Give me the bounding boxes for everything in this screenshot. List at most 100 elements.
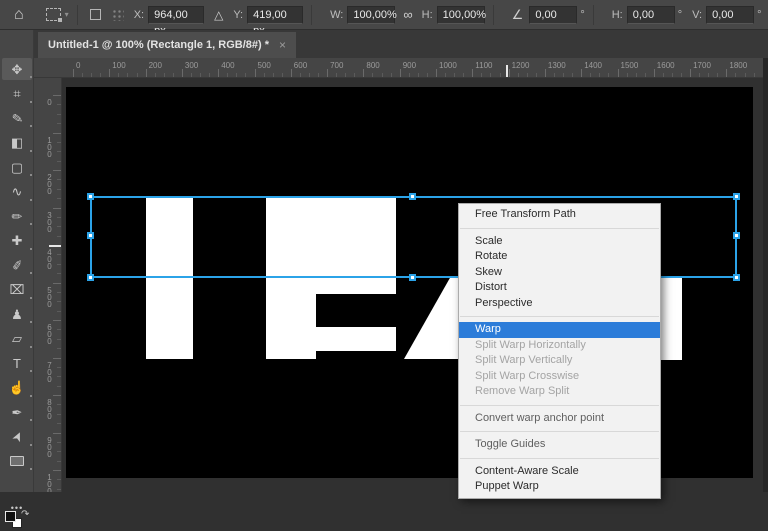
ruler-label: 400 — [45, 248, 54, 269]
ruler-minor-tick — [391, 73, 392, 77]
ruler-minor-tick — [300, 73, 301, 77]
eyedropper-tool-icon: ✎ — [11, 111, 24, 126]
ruler-minor-tick — [173, 73, 174, 77]
ruler-tick — [654, 69, 655, 77]
transform-handle-bottom-right[interactable] — [733, 274, 740, 281]
rectangle-tool[interactable] — [2, 450, 32, 472]
transform-handle-top-left[interactable] — [87, 193, 94, 200]
eraser-tool[interactable]: ▱ — [2, 328, 32, 350]
ruler-tick — [509, 69, 510, 77]
document-tab-title: Untitled-1 @ 100% (Rectangle 1, RGB/8#) … — [48, 39, 269, 51]
close-icon[interactable]: × — [279, 38, 286, 52]
ruler-minor-tick — [57, 151, 61, 152]
lasso-tool[interactable]: ∿ — [2, 181, 32, 203]
menu-item-free-transform-path[interactable]: Free Transform Path — [459, 207, 660, 223]
width-label: W: — [330, 9, 343, 21]
angle-input[interactable]: 0,00 — [529, 6, 577, 24]
paint-bucket-tool[interactable]: ◧ — [2, 132, 32, 154]
ruler-minor-tick — [672, 73, 673, 77]
menu-item-puppet-warp[interactable]: Puppet Warp — [459, 479, 660, 495]
menu-item-warp[interactable]: Warp — [459, 322, 660, 338]
transform-handle-bottom-left[interactable] — [87, 274, 94, 281]
foreground-color-swatch[interactable] — [5, 511, 16, 522]
ruler-minor-tick — [57, 442, 61, 443]
eyedropper-tool[interactable]: ✎ — [2, 107, 32, 129]
panel-dock-edge — [763, 58, 768, 492]
quick-selection-tool[interactable]: ✏ — [2, 205, 32, 227]
width-input[interactable]: 100,00% — [347, 6, 395, 24]
pen-tool[interactable]: ✒ — [2, 401, 32, 423]
vskew-input[interactable]: 0,00 — [706, 6, 754, 24]
smudge-tool[interactable]: ☝ — [2, 377, 32, 399]
spot-healing-brush-tool[interactable]: ✚ — [2, 230, 32, 252]
ruler-minor-tick — [336, 73, 337, 77]
brush-tool[interactable]: ✐ — [2, 254, 32, 276]
menu-item-skew[interactable]: Skew — [459, 265, 660, 281]
transform-handle-bottom-middle[interactable] — [409, 274, 416, 281]
transform-tool-icon[interactable] — [46, 8, 61, 21]
ruler-minor-tick — [209, 73, 210, 77]
clone-stamp-tool-icon: ♟ — [11, 308, 23, 321]
menu-item-distort[interactable]: Distort — [459, 280, 660, 296]
ruler-horizontal[interactable]: 0100200300400500600700800900100011001200… — [34, 58, 768, 78]
ruler-vertical[interactable]: 01002003004005006007008009001000 — [34, 78, 62, 492]
ruler-minor-tick — [57, 236, 61, 237]
smudge-tool-icon: ☝ — [9, 381, 25, 394]
home-icon[interactable]: ⌂ — [14, 7, 24, 23]
relative-position-delta-icon[interactable]: △ — [214, 9, 223, 21]
menu-item-scale[interactable]: Scale — [459, 234, 660, 250]
reference-point-grid-icon[interactable] — [111, 8, 124, 21]
ruler-minor-tick — [57, 273, 61, 274]
crop-tool[interactable]: ⌗ — [2, 83, 32, 105]
transform-handle-top-middle[interactable] — [409, 193, 416, 200]
ruler-label: 200 — [45, 173, 54, 194]
ruler-minor-tick — [554, 73, 555, 77]
chevron-down-icon[interactable]: ▾ — [65, 10, 69, 19]
divider — [77, 5, 78, 25]
color-swatches[interactable]: ↷ — [5, 511, 29, 531]
ruler-label: 1000 — [439, 61, 457, 70]
ruler-minor-tick — [345, 73, 346, 77]
menu-item-toggle-guides[interactable]: Toggle Guides — [459, 437, 660, 453]
ruler-label: 300 — [45, 211, 54, 232]
type-tool[interactable]: T — [2, 352, 32, 374]
quick-selection-tool-icon: ✏ — [12, 210, 23, 223]
hskew-input[interactable]: 0,00 — [627, 6, 675, 24]
direct-selection-tool[interactable]: ➤ — [2, 426, 32, 448]
transform-handle-middle-left[interactable] — [87, 232, 94, 239]
transform-handle-middle-right[interactable] — [733, 232, 740, 239]
divider — [311, 5, 312, 25]
height-input[interactable]: 100,00% — [437, 6, 485, 24]
paint-bucket-tool-icon: ◧ — [11, 136, 23, 149]
ruler-minor-tick — [57, 376, 61, 377]
clone-stamp-tool[interactable]: ♟ — [2, 303, 32, 325]
rectangle-tool-icon — [10, 456, 24, 466]
maintain-aspect-ratio-link-icon[interactable]: ∞ — [403, 7, 411, 22]
menu-item-perspective[interactable]: Perspective — [459, 296, 660, 312]
document-tab[interactable]: Untitled-1 @ 100% (Rectangle 1, RGB/8#) … — [38, 32, 296, 58]
ruler-minor-tick — [236, 73, 237, 77]
ruler-minor-tick — [227, 73, 228, 77]
ruler-tick — [73, 69, 74, 77]
ruler-tick — [545, 69, 546, 77]
ruler-minor-tick — [409, 73, 410, 77]
ruler-minor-tick — [599, 73, 600, 77]
ruler-minor-tick — [57, 264, 61, 265]
reference-point-checkbox[interactable] — [90, 9, 101, 20]
transform-handle-top-right[interactable] — [733, 193, 740, 200]
menu-item-content-aware-scale[interactable]: Content-Aware Scale — [459, 464, 660, 480]
ruler-minor-tick — [57, 329, 61, 330]
ruler-minor-tick — [127, 73, 128, 77]
swap-colors-icon[interactable]: ↷ — [21, 509, 29, 520]
ruler-minor-tick — [463, 73, 464, 77]
menu-item-rotate[interactable]: Rotate — [459, 249, 660, 265]
ruler-label: 200 — [149, 61, 162, 70]
move-tool[interactable]: ✥ — [2, 58, 32, 80]
direct-selection-tool-icon: ➤ — [9, 429, 25, 444]
menu-item-convert-warp-anchor-point[interactable]: Convert warp anchor point — [459, 411, 660, 427]
healing-patch-tool[interactable]: ⌧ — [2, 279, 32, 301]
rectangular-marquee-tool[interactable]: ▢ — [2, 156, 32, 178]
x-input[interactable]: 964,00 px — [148, 6, 204, 24]
y-input[interactable]: 419,00 px — [247, 6, 303, 24]
ruler-minor-tick — [445, 73, 446, 77]
